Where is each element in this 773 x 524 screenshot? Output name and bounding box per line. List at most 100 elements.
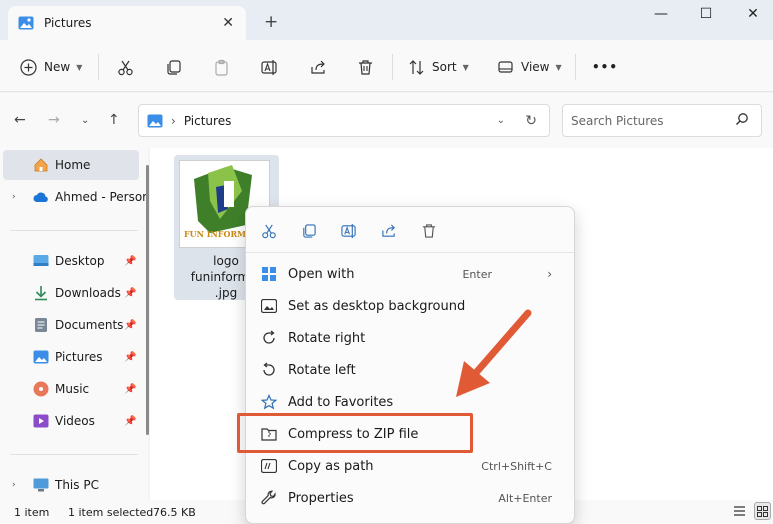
sidebar-item-home[interactable]: Home [3, 150, 139, 180]
address-row: ← → ⌄ ↑ › Pictures ⌄ ↻ [0, 93, 773, 148]
new-label: New [44, 60, 71, 74]
chevron-right-icon[interactable]: › [12, 480, 16, 490]
close-window-button[interactable]: ✕ [738, 6, 768, 22]
sidebar-item-downloads[interactable]: Downloads 📌 [0, 278, 140, 308]
pin-icon[interactable]: 📌 [124, 256, 136, 267]
up-arrow-icon[interactable]: ↑ [108, 112, 120, 128]
sort-button[interactable]: Sort ▼ [408, 54, 469, 80]
search-box[interactable] [562, 104, 762, 137]
share-icon [310, 59, 327, 76]
menu-item-label: Properties [288, 490, 354, 506]
shortcut-label: Enter [462, 267, 492, 281]
command-bar: New ▼ Sort ▼ View ▼ ••• [0, 40, 773, 92]
rename-icon[interactable] [339, 221, 359, 241]
desktop-icon [33, 253, 49, 269]
navigation-pane: Home › Ahmed - Persor Desktop 📌 Download… [0, 148, 148, 500]
maximize-button[interactable]: ☐ [691, 6, 721, 22]
address-history-chevron-icon[interactable]: ⌄ [497, 115, 505, 126]
rename-icon [261, 59, 278, 76]
menu-item-label: Open with [288, 266, 355, 282]
videos-icon [33, 413, 49, 429]
refresh-icon[interactable]: ↻ [525, 113, 537, 129]
menu-item-properties[interactable]: Properties Alt+Enter [252, 483, 568, 513]
copy-button[interactable] [165, 54, 182, 80]
computer-icon [33, 477, 49, 493]
paste-icon [213, 59, 230, 76]
share-icon[interactable] [379, 221, 399, 241]
forward-arrow-icon[interactable]: → [48, 112, 60, 128]
title-bar: Pictures ✕ + — ☐ ✕ [0, 0, 773, 40]
tab-pictures[interactable]: Pictures ✕ [8, 6, 246, 40]
sidebar-item-this-pc[interactable]: › This PC [0, 470, 140, 500]
delete-button[interactable] [357, 54, 374, 80]
sidebar-item-music[interactable]: Music 📌 [0, 374, 140, 404]
search-icon[interactable] [735, 112, 749, 129]
new-tab-button[interactable]: + [264, 12, 278, 32]
cut-icon [117, 59, 134, 76]
home-icon [33, 157, 49, 173]
view-label: View [521, 60, 550, 74]
menu-item-label: Rotate right [288, 330, 366, 346]
sidebar-item-pictures[interactable]: Pictures 📌 [0, 342, 140, 372]
pin-icon[interactable]: 📌 [124, 384, 136, 395]
sidebar-item-label: Music [55, 382, 90, 396]
minimize-button[interactable]: — [646, 6, 676, 22]
pin-icon[interactable]: 📌 [124, 352, 136, 363]
separator [575, 54, 576, 80]
pictures-icon [147, 114, 163, 128]
sidebar-item-label: Ahmed - Persor [55, 190, 148, 204]
sidebar-item-videos[interactable]: Videos 📌 [0, 406, 140, 436]
rename-button[interactable] [261, 54, 278, 80]
chevron-down-icon: ▼ [76, 62, 83, 72]
copy-icon[interactable] [299, 221, 319, 241]
pictures-icon [33, 349, 49, 365]
menu-item-label: Add to Favorites [288, 394, 394, 410]
breadcrumb-separator-icon: › [171, 113, 176, 128]
paste-button[interactable] [213, 54, 230, 80]
trash-icon[interactable] [419, 221, 439, 241]
view-button[interactable]: View ▼ [497, 54, 562, 80]
cut-icon[interactable] [259, 221, 279, 241]
sidebar-item-label: Downloads [55, 286, 121, 300]
search-input[interactable] [571, 113, 731, 128]
cloud-icon [33, 189, 49, 205]
chevron-down-icon: ▼ [462, 62, 469, 72]
annotation-arrow-icon [440, 305, 540, 408]
close-tab-icon[interactable]: ✕ [222, 15, 234, 31]
address-bar[interactable]: › Pictures ⌄ ↻ [138, 104, 550, 137]
pin-icon[interactable]: 📌 [124, 416, 136, 427]
menu-item-label: Rotate left [288, 362, 356, 378]
menu-item-label: Set as desktop background [288, 298, 466, 314]
sidebar-item-onedrive[interactable]: › Ahmed - Persor [0, 182, 147, 212]
chevron-right-icon[interactable]: › [12, 192, 16, 202]
item-count: 1 item [14, 506, 50, 519]
sidebar-divider [10, 230, 138, 231]
sidebar-item-label: Home [55, 158, 91, 172]
sidebar-item-label: Videos [55, 414, 95, 428]
more-options-button[interactable]: ••• [592, 54, 618, 80]
shortcut-label: Alt+Enter [498, 491, 552, 505]
desktop-background-icon [260, 297, 278, 315]
details-view-icon[interactable] [733, 505, 746, 520]
sidebar-item-label: Desktop [55, 254, 105, 268]
sidebar-item-documents[interactable]: Documents 📌 [0, 310, 140, 340]
separator [98, 54, 99, 80]
wrench-icon [260, 489, 278, 507]
back-arrow-icon[interactable]: ← [14, 112, 26, 128]
menu-divider [246, 252, 574, 253]
sidebar-item-desktop[interactable]: Desktop 📌 [0, 246, 140, 276]
pin-icon[interactable]: 📌 [124, 288, 136, 299]
sidebar-divider [10, 454, 138, 455]
menu-item-open-with[interactable]: Open with Enter › [252, 259, 568, 289]
sort-label: Sort [432, 60, 457, 74]
pictures-icon [18, 16, 34, 30]
sidebar-scrollbar[interactable] [146, 165, 149, 435]
tiles-view-icon[interactable] [754, 502, 771, 520]
share-button[interactable] [310, 54, 327, 80]
breadcrumb-pictures[interactable]: Pictures [184, 114, 232, 128]
recent-locations-chevron-icon[interactable]: ⌄ [81, 115, 89, 126]
cut-button[interactable] [117, 54, 134, 80]
pin-icon[interactable]: 📌 [124, 320, 136, 331]
menu-item-copy-as-path[interactable]: Copy as path Ctrl+Shift+C [252, 451, 568, 481]
new-button[interactable]: New ▼ [20, 54, 82, 80]
